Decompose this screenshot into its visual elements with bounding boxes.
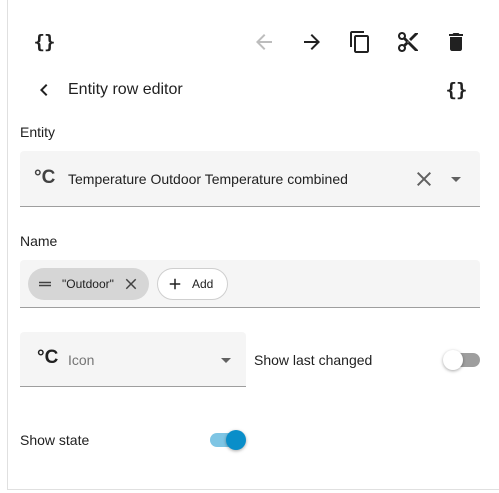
icon-dropdown-button[interactable] xyxy=(206,340,246,380)
scissors-icon xyxy=(398,32,418,52)
yaml-mode-button[interactable]: {} xyxy=(24,22,64,62)
code-braces-icon: {} xyxy=(445,79,468,101)
thermometer-celsius-icon: °C xyxy=(34,167,56,188)
chevron-left-icon xyxy=(40,84,48,96)
switch-thumb xyxy=(443,350,463,370)
show-last-changed-switch[interactable] xyxy=(443,349,483,371)
show-state-label: Show state xyxy=(20,432,90,448)
delete-icon xyxy=(449,33,463,51)
show-state-switch[interactable] xyxy=(209,429,249,451)
arrow-left-icon xyxy=(256,34,272,50)
name-field[interactable]: "Outdoor" Add xyxy=(20,260,480,308)
entity-label: Entity xyxy=(20,124,56,140)
entity-dropdown-button[interactable] xyxy=(436,159,476,199)
plus-icon xyxy=(169,278,181,290)
drag-handle-icon[interactable] xyxy=(36,275,54,293)
arrow-right-icon xyxy=(304,34,320,50)
editor-panel xyxy=(7,0,499,490)
add-name-label: Add xyxy=(192,277,214,291)
show-last-changed-label: Show last changed xyxy=(254,352,373,368)
move-forward-button[interactable] xyxy=(292,22,332,62)
copy-icon xyxy=(350,31,369,53)
move-back-button[interactable] xyxy=(244,22,284,62)
name-label: Name xyxy=(20,233,58,249)
chevron-down-icon xyxy=(451,177,461,182)
icon-input-placeholder: Icon xyxy=(68,352,95,368)
close-icon xyxy=(417,172,431,186)
entity-value: Temperature Outdoor Temperature combined xyxy=(68,171,348,187)
page-title: Entity row editor xyxy=(68,81,183,98)
icon-picker[interactable]: °C Icon xyxy=(20,332,246,387)
switch-thumb xyxy=(226,430,246,450)
back-button[interactable] xyxy=(24,70,64,110)
delete-button[interactable] xyxy=(436,22,476,62)
add-name-button[interactable]: Add xyxy=(157,268,228,300)
entity-picker[interactable]: °C Temperature Outdoor Temperature combi… xyxy=(20,151,480,207)
chevron-down-icon xyxy=(221,358,231,363)
yaml-toggle-button[interactable]: {} xyxy=(436,70,476,110)
name-chip[interactable]: "Outdoor" xyxy=(28,268,149,300)
name-chip-label: "Outdoor" xyxy=(62,277,114,291)
thermometer-celsius-icon: °C xyxy=(37,347,59,368)
close-icon[interactable] xyxy=(122,275,140,293)
code-braces-icon: {} xyxy=(33,31,56,53)
copy-button[interactable] xyxy=(340,22,380,62)
cut-button[interactable] xyxy=(388,22,428,62)
